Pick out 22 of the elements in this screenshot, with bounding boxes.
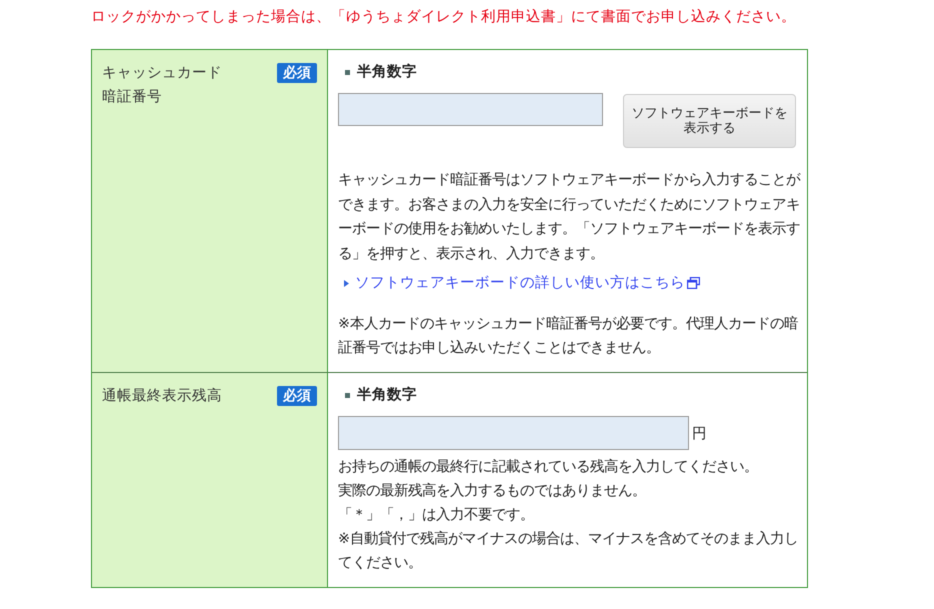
note-text: 「＊」「，」は入力不要です。 bbox=[338, 506, 535, 525]
lock-notice-text: ロックがかかってしまった場合は、「ゆうちょダイレクト利用申込書」にて書面でお申し込みください。 bbox=[91, 8, 797, 27]
currency-unit: 円 bbox=[692, 424, 707, 442]
software-keyboard-button[interactable]: ソフトウェアキーボードを表示する bbox=[623, 94, 796, 148]
balance-input-field[interactable] bbox=[338, 416, 689, 450]
note-text: 実際の最新残高を入力するものではありません。 bbox=[338, 482, 647, 501]
field-label: 通帳最終表示残高 bbox=[102, 386, 223, 406]
square-bullet-icon bbox=[345, 70, 350, 74]
triangle-bullet-icon bbox=[344, 280, 349, 286]
format-hint: 半角数字 bbox=[357, 62, 417, 82]
square-bullet-icon bbox=[345, 392, 350, 398]
field-label: キャッシュカード暗証番号 bbox=[102, 64, 223, 107]
new-window-icon bbox=[687, 277, 700, 289]
note-text: お持ちの通帳の最終行に記載されている残高を入力してください。 bbox=[338, 458, 759, 477]
format-hint: 半角数字 bbox=[357, 385, 417, 405]
note-text: ※自動貸付で残高がマイナスの場合は、マイナスを含めてそのまま入力してください。 bbox=[338, 530, 800, 573]
required-badge: 必須 bbox=[277, 63, 317, 83]
required-badge: 必須 bbox=[277, 386, 317, 406]
help-link[interactable]: ソフトウェアキーボードの詳しい使い方はこちら bbox=[355, 272, 700, 294]
note-text: ※本人カードのキャッシュカード暗証番号が必要です。代理人カードの暗証番号ではお申し込みいただくことはできません。 bbox=[338, 314, 800, 358]
pin-input-field[interactable] bbox=[338, 93, 603, 126]
instruction-text: キャッシュカード暗証番号はソフトウェアキーボードから入力することができます。お客さまの入力を安全に行っていただくためにソフトウェアキーボードの使用をお勧めいたします。「ソフトウェアキーボードを表示する」を押すと、表示され、入力できます。 bbox=[338, 170, 801, 264]
